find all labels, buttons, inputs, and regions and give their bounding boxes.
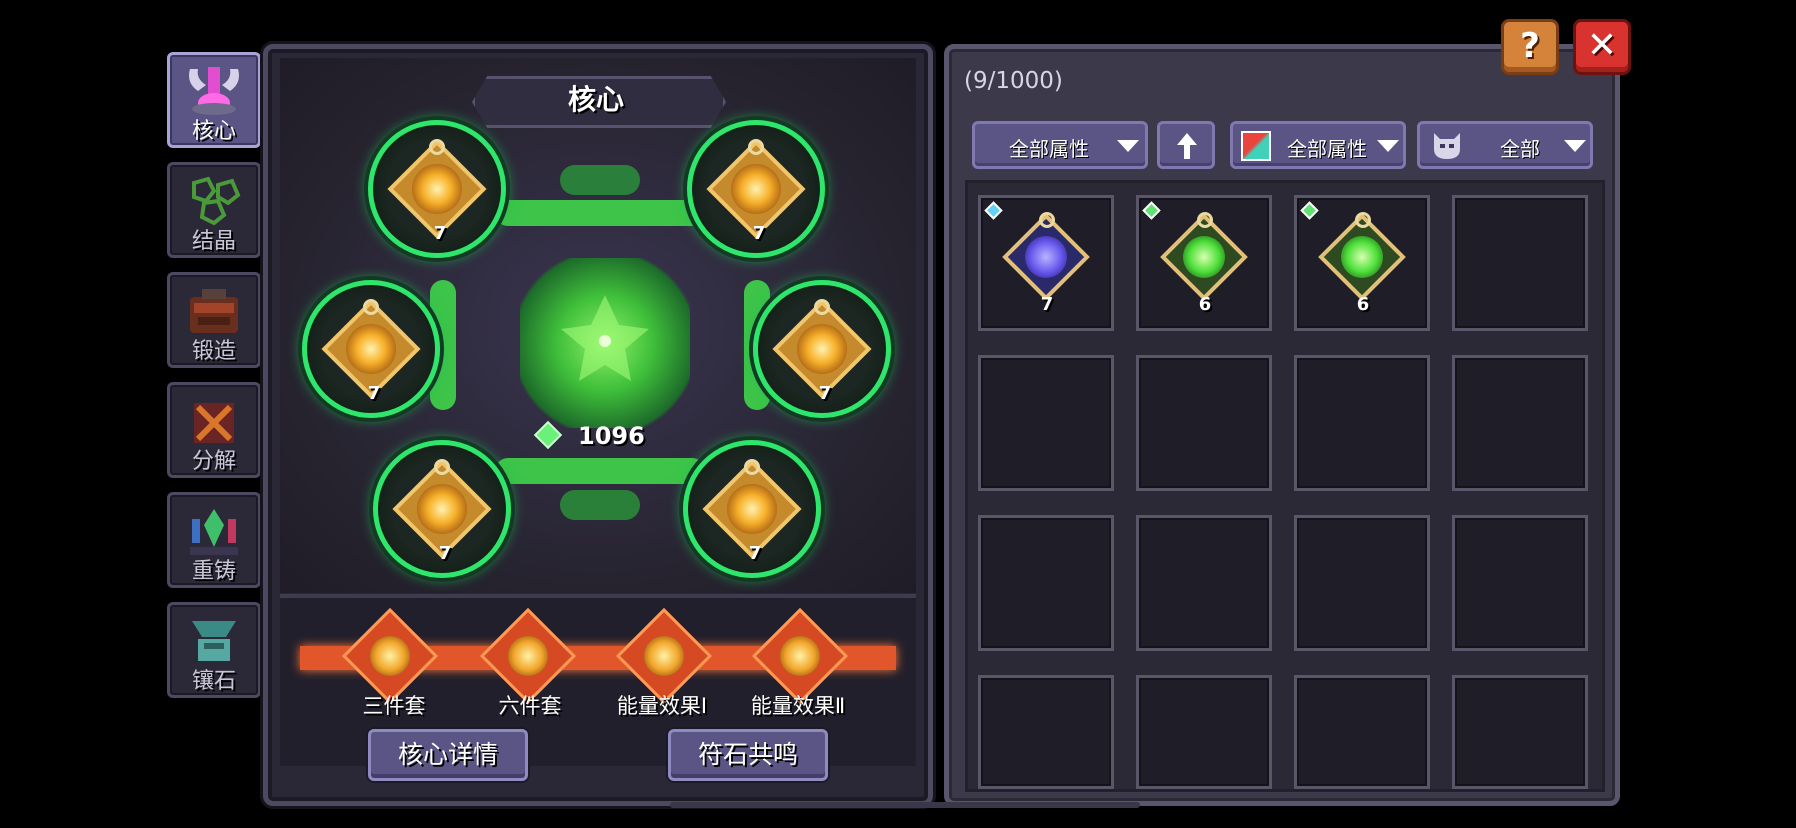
type-filter-label: 全部: [1500, 137, 1540, 161]
vine-bottom: [495, 458, 705, 484]
inventory-slot[interactable]: 7: [978, 195, 1114, 331]
inventory-slot[interactable]: 6: [1294, 195, 1430, 331]
rune-level: 7: [818, 383, 832, 404]
core-slot-5[interactable]: 7: [373, 440, 511, 578]
tab-crystal-label: 结晶: [191, 229, 236, 254]
rune-gem-icon: [797, 324, 847, 374]
core-energy-value: 1096: [578, 422, 645, 450]
rune-gem-icon: [412, 164, 462, 214]
rune-loop: [748, 139, 764, 155]
type-filter-dropdown[interactable]: 全部: [1417, 121, 1593, 169]
tab-inlay-label: 镶石: [191, 669, 236, 694]
core-slot-2[interactable]: 7: [687, 120, 825, 258]
rune-level: 7: [367, 383, 381, 404]
help-button[interactable]: ?: [1501, 19, 1559, 75]
color-attribute-icon: [1241, 131, 1271, 161]
sort-order-button[interactable]: [1157, 121, 1215, 169]
rune-loop: [1039, 212, 1055, 228]
attribute-filter-dropdown[interactable]: 全部属性: [972, 121, 1148, 169]
inventory-slot[interactable]: 6: [1136, 195, 1272, 331]
vine-top: [495, 200, 705, 226]
inventory-slot-empty[interactable]: [1136, 355, 1272, 491]
core-slot-3[interactable]: 7: [302, 280, 440, 418]
rune-level: 6: [1356, 294, 1370, 315]
quality-badge-icon: [984, 201, 1003, 220]
tab-forge[interactable]: 锻造: [167, 272, 261, 368]
inventory-slot-empty[interactable]: [1294, 355, 1430, 491]
mask-icon: [1434, 133, 1460, 159]
chevron-down-icon: [1117, 140, 1139, 152]
tab-inlay[interactable]: 镶石: [167, 602, 261, 698]
core-slot-6[interactable]: 7: [683, 440, 821, 578]
chevron-down-icon: [1564, 140, 1586, 152]
vine-base: [560, 490, 640, 520]
tab-core-label: 核心: [191, 119, 236, 144]
tab-dismantle-label: 分解: [191, 449, 236, 474]
vine-crown: [560, 165, 640, 195]
tab-dismantle[interactable]: 分解: [167, 382, 261, 478]
rune-gem-icon: [346, 324, 396, 374]
inventory-slot-empty[interactable]: [978, 355, 1114, 491]
rune-level: 7: [433, 223, 447, 244]
inventory-slot-empty[interactable]: [1294, 515, 1430, 651]
core-details-button[interactable]: 核心详情: [368, 729, 528, 781]
inventory-slot-empty[interactable]: [1452, 515, 1588, 651]
close-button[interactable]: ✕: [1573, 19, 1631, 75]
color-attribute-filter-label: 全部属性: [1287, 137, 1367, 161]
energy-effect-2-label: 能量效果Ⅱ: [750, 694, 846, 718]
chevron-down-icon: [1377, 140, 1399, 152]
inventory-slot-empty[interactable]: [1452, 355, 1588, 491]
tab-forge-label: 锻造: [191, 339, 236, 364]
core-title: 核心: [567, 83, 624, 116]
rune-gem-icon: [1183, 236, 1225, 278]
tab-recast[interactable]: 重铸: [167, 492, 261, 588]
inventory-slot-empty[interactable]: [978, 515, 1114, 651]
inventory-slot-empty[interactable]: [978, 675, 1114, 789]
rune-loop: [363, 299, 379, 315]
rune-level: 6: [1198, 294, 1212, 315]
rune-gem-icon: [1025, 236, 1067, 278]
rune-loop: [434, 459, 450, 475]
rune-loop: [429, 139, 445, 155]
color-attribute-filter-dropdown[interactable]: 全部属性: [1230, 121, 1406, 169]
rune-gem-icon: [417, 484, 467, 534]
rune-loop: [744, 459, 760, 475]
core-emblem-icon: [561, 295, 649, 381]
quality-badge-icon: [1142, 201, 1161, 220]
arrow-up-icon: [1177, 133, 1197, 159]
inventory-count: (9/1000): [964, 68, 1063, 94]
rune-loop: [1355, 212, 1371, 228]
inventory-slot-empty[interactable]: [1452, 195, 1588, 331]
tab-recast-label: 重铸: [191, 559, 236, 584]
attribute-filter-label: 全部属性: [1009, 137, 1089, 161]
rune-gem-icon: [731, 164, 781, 214]
inventory-slot-empty[interactable]: [1294, 675, 1430, 789]
rune-resonance-button[interactable]: 符石共鸣: [668, 729, 828, 781]
rune-gem-icon: [727, 484, 777, 534]
tab-crystal[interactable]: 结晶: [167, 162, 261, 258]
quality-badge-icon: [1300, 201, 1319, 220]
rune-loop: [814, 299, 830, 315]
rune-level: 7: [752, 223, 766, 244]
rune-level: 7: [748, 543, 762, 564]
inventory-slot-empty[interactable]: [1136, 515, 1272, 651]
core-slot-4[interactable]: 7: [753, 280, 891, 418]
tab-core[interactable]: 核心: [167, 52, 261, 148]
rune-level: 7: [1040, 294, 1054, 315]
rune-gem-icon: [1341, 236, 1383, 278]
inventory-slot-empty[interactable]: [1452, 675, 1588, 789]
scroll-indicator: [670, 802, 1140, 808]
rune-level: 7: [438, 543, 452, 564]
core-slot-1[interactable]: 7: [368, 120, 506, 258]
inventory-slot-empty[interactable]: [1136, 675, 1272, 789]
rune-loop: [1197, 212, 1213, 228]
